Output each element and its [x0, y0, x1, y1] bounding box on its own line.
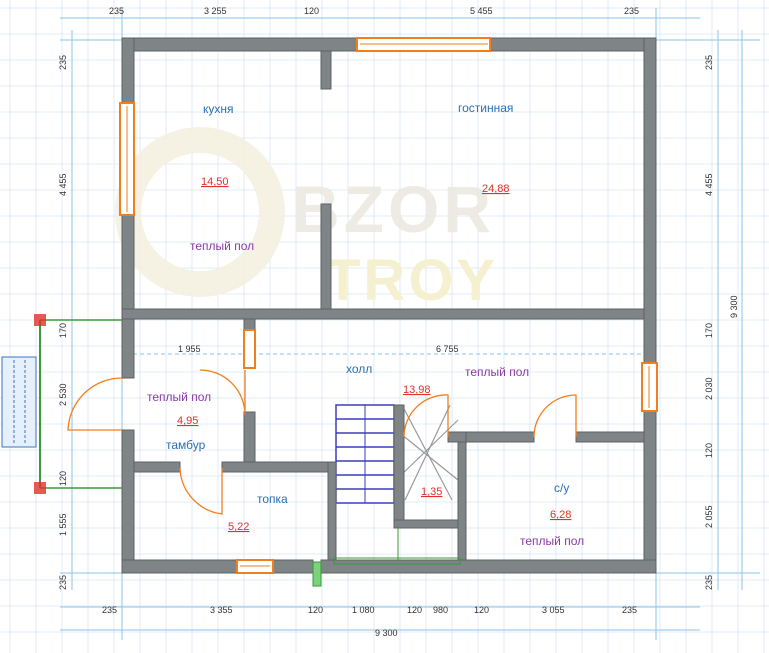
wall-segment — [575, 431, 645, 443]
dim-right-4: 2 030 — [704, 377, 714, 400]
dim-left-1: 235 — [58, 55, 68, 70]
dim-right-total: 9 300 — [729, 295, 739, 318]
room-vestibule-floor: теплый пол — [147, 390, 211, 404]
room-kitchen-floor: теплый пол — [190, 239, 254, 253]
dim-bottom-9: 235 — [622, 605, 637, 615]
wall-segment — [221, 461, 333, 473]
dim-bottom-total: 9 300 — [375, 628, 398, 638]
dim-bottom-2: 3 355 — [210, 605, 233, 615]
wall-segment — [320, 559, 657, 574]
dim-right-7: 235 — [704, 575, 714, 590]
dim-bottom-3: 120 — [308, 605, 323, 615]
wall-segment — [272, 559, 314, 574]
dim-top-3: 120 — [304, 6, 319, 16]
room-hall-name: холл — [346, 362, 372, 376]
wall-segment — [320, 203, 332, 310]
room-closet-area: 1,35 — [421, 486, 442, 498]
room-vestibule-name: тамбур — [166, 438, 206, 452]
dim-right-6: 2 055 — [704, 505, 714, 528]
dim-inner-2: 6 755 — [436, 344, 459, 354]
wall-segment — [243, 411, 256, 463]
room-living-area: 24,88 — [482, 183, 510, 195]
room-bath-floor: теплый пол — [520, 534, 584, 548]
room-bath-area: 6,28 — [550, 509, 571, 521]
wall-segment — [643, 37, 657, 364]
room-bath-name: с/у — [554, 481, 569, 495]
room-hall-floor: теплый пол — [465, 365, 529, 379]
staircase — [335, 404, 395, 504]
wall-segment — [447, 431, 469, 443]
wall-segment — [320, 50, 332, 90]
wall-segment — [121, 37, 359, 52]
dim-bottom-1: 235 — [102, 605, 117, 615]
dim-left-2: 4 455 — [58, 173, 68, 196]
wall-segment — [121, 37, 135, 104]
floor-plan-diagram: BZOR TROY 235 3 255 120 5 455 235 235 3 … — [0, 0, 769, 653]
door-boiler — [179, 467, 223, 515]
dim-right-5: 120 — [704, 443, 714, 458]
dim-right-2: 4 455 — [704, 173, 714, 196]
dim-top-5: 235 — [624, 6, 639, 16]
dim-left-5: 120 — [58, 471, 68, 486]
watermark: BZOR TROY — [115, 127, 498, 313]
room-kitchen-name: кухня — [203, 102, 234, 116]
dim-bottom-7: 120 — [474, 605, 489, 615]
wall-segment — [121, 429, 135, 574]
dim-bottom-8: 3 055 — [542, 605, 565, 615]
dim-right-1: 235 — [704, 55, 714, 70]
wall-segment — [121, 308, 645, 320]
dim-inner-1: 1 955 — [178, 344, 201, 354]
room-kitchen-area: 14,50 — [201, 176, 229, 188]
dim-left-3: 170 — [58, 323, 68, 338]
dim-left-4: 2 530 — [58, 383, 68, 406]
wall-segment — [465, 431, 535, 443]
dim-top-4: 5 455 — [470, 6, 493, 16]
door-bath — [533, 394, 577, 438]
watermark-line2: TROY — [325, 248, 498, 313]
dim-bottom-4: 1 080 — [352, 605, 375, 615]
wall-segment — [488, 37, 657, 52]
dim-right-3: 170 — [704, 323, 714, 338]
room-living-name: гостинная — [458, 101, 513, 115]
watermark-logo-ring — [115, 127, 285, 297]
dim-bottom-5: 120 — [407, 605, 422, 615]
dim-top-1: 235 — [109, 6, 124, 16]
wall-segment — [643, 410, 657, 574]
room-boiler-name: топка — [257, 492, 288, 506]
dim-top-2: 3 255 — [204, 6, 227, 16]
wall-segment — [393, 519, 465, 529]
wall-segment — [133, 461, 181, 473]
window-hall-small — [243, 329, 256, 369]
room-vestibule-area: 4,95 — [177, 415, 198, 427]
wall-segment — [121, 214, 135, 379]
wall-segment — [121, 559, 238, 574]
wall-segment — [457, 436, 467, 561]
wall-segment — [327, 461, 337, 561]
dim-left-7: 235 — [58, 575, 68, 590]
wall-segment — [393, 404, 405, 526]
dim-left-6: 1 555 — [58, 513, 68, 536]
dim-bottom-6: 980 — [433, 605, 448, 615]
room-boiler-area: 5,22 — [228, 521, 249, 533]
room-hall-area: 13,98 — [403, 384, 431, 396]
wall-segment — [243, 318, 256, 331]
